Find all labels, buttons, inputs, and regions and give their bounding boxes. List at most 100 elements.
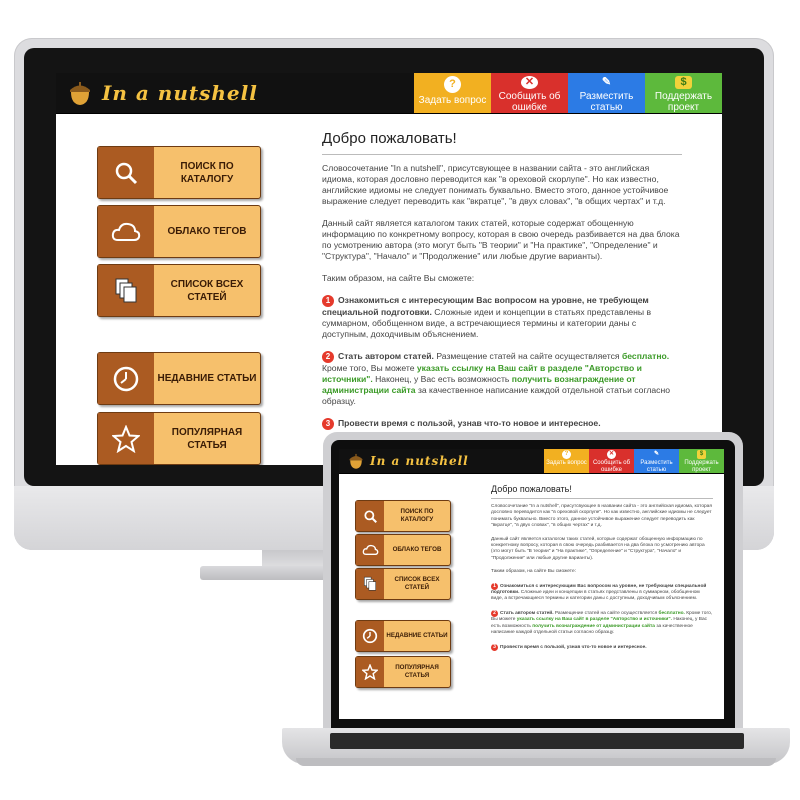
acorn-icon xyxy=(349,453,363,469)
feature-title: Провести время с пользой, узнав что-то н… xyxy=(338,418,601,428)
feature-text: Наконец, у Вас есть возможность xyxy=(375,374,510,384)
intro-paragraph-1: Словосочетание "In a nutshell", присутсв… xyxy=(491,504,712,529)
ask-question-label: Задать вопрос xyxy=(418,95,487,106)
post-article-label: Разместить статью xyxy=(579,91,634,113)
sidebar-item-tags[interactable]: ОБЛАКО ТЕГОВ xyxy=(355,534,451,566)
sidebar-item-label: ПОПУЛЯРНАЯ СТАТЬЯ xyxy=(395,664,439,679)
error-icon: ✕ xyxy=(607,450,616,459)
clock-icon xyxy=(356,621,384,651)
page-title: Добро пожаловать! xyxy=(322,130,457,147)
magnifier-icon xyxy=(356,501,384,531)
free-highlight: бесплатно. xyxy=(658,610,685,616)
sidebar-item-all-articles[interactable]: СПИСОК ВСЕХ СТАТЕЙ xyxy=(355,568,451,600)
cloud-icon xyxy=(356,535,384,565)
monitor-screen: In a nutshell ? Задать вопрос ✕ Сообщить… xyxy=(56,73,722,465)
feature-item-1: 1 Ознакомиться с интересующим Вас вопросо… xyxy=(322,295,682,340)
feature-text: Кроме того, Вы можете xyxy=(322,363,415,373)
sidebar-item-popular[interactable]: ПОПУЛЯРНАЯ СТАТЬЯ xyxy=(97,412,261,465)
post-article-button[interactable]: ✎ Разместить статью xyxy=(568,73,645,113)
sidebar-item-popular[interactable]: ПОПУЛЯРНАЯ СТАТЬЯ xyxy=(355,656,451,688)
ask-question-button[interactable]: ? Задать вопрос xyxy=(544,449,589,473)
feature-text: Размещение статей на сайте осуществляетс… xyxy=(554,610,658,616)
pencil-icon: ✎ xyxy=(653,451,660,458)
report-error-label: Сообщить об ошибке xyxy=(592,460,631,473)
header-actions: ? Задать вопрос ✕ Сообщить об ошибке ✎ Р… xyxy=(544,449,724,473)
report-error-button[interactable]: ✕ Сообщить об ошибке xyxy=(589,449,634,473)
feature-number-badge: 2 xyxy=(322,351,334,363)
sidebar-item-all-articles[interactable]: СПИСОК ВСЕХ СТАТЕЙ xyxy=(97,264,261,317)
report-error-button[interactable]: ✕ Сообщить об ошибке xyxy=(491,73,568,113)
free-highlight: бесплатно. xyxy=(621,351,670,361)
acorn-icon xyxy=(70,82,90,105)
money-icon: $ xyxy=(697,450,706,459)
main-content: Добро пожаловать! Словосочетание "In a n… xyxy=(322,130,682,441)
sidebar-item-label: НЕДАВНИЕ СТАТЬИ xyxy=(157,373,257,384)
error-icon: ✕ xyxy=(521,76,538,89)
sidebar-item-recent[interactable]: НЕДАВНИЕ СТАТЬИ xyxy=(355,620,451,652)
feature-item-2: 2 Стать автором статей. Размещение статей… xyxy=(322,351,682,407)
feature-text: Размещение статей на сайте осуществляетс… xyxy=(436,351,620,361)
feature-number-badge: 1 xyxy=(491,582,498,590)
site-header: In a nutshell ? Задать вопрос ✕ Сообщить… xyxy=(339,449,724,474)
intro-paragraph-2: Данный сайт является каталогом таких ста… xyxy=(491,536,705,561)
feature-item-3: 3 Провести время с пользой, узнав что-то … xyxy=(491,643,713,651)
question-icon: ? xyxy=(562,450,571,459)
star-icon xyxy=(98,413,154,464)
intro-paragraph-1: Словосочетание "In a nutshell", присутсв… xyxy=(322,163,669,206)
feature-text: Сложные идеи и концепции в статьях предс… xyxy=(491,590,700,602)
authorship-link[interactable]: указать ссылку на Ваш сайт в разделе "Ав… xyxy=(517,617,672,622)
documents-icon xyxy=(98,265,154,316)
sidebar-item-search[interactable]: ПОИСК ПО КАТАЛОГУ xyxy=(355,500,451,532)
laptop-keyboard xyxy=(330,733,744,749)
money-icon: $ xyxy=(675,76,692,89)
site-logo[interactable]: In a nutshell xyxy=(66,79,258,107)
sidebar-item-label: ОБЛАКО ТЕГОВ xyxy=(167,226,247,237)
feature-item-1: 1 Ознакомиться с интересующим Вас вопросо… xyxy=(491,582,713,603)
star-icon xyxy=(356,657,384,687)
feature-title: Стать автором статей. xyxy=(338,351,434,361)
feature-title: Провести время с пользой, узнав что-то н… xyxy=(500,644,647,650)
support-project-label: Поддержать проект xyxy=(654,91,713,113)
ask-question-button[interactable]: ? Задать вопрос xyxy=(414,73,491,113)
intro-paragraph-2: Данный сайт является каталогом таких ста… xyxy=(322,218,680,261)
header-actions: ? Задать вопрос ✕ Сообщить об ошибке ✎ Р… xyxy=(414,73,722,113)
pencil-icon: ✎ xyxy=(601,76,612,88)
site-header: In a nutshell ? Задать вопрос ✕ Сообщить… xyxy=(56,73,722,114)
site-logo[interactable]: In a nutshell xyxy=(347,452,469,470)
monitor-bezel: In a nutshell ? Задать вопрос ✕ Сообщить… xyxy=(24,48,764,486)
support-project-label: Поддержать проект xyxy=(684,460,719,473)
feature-title: Стать автором статей. xyxy=(500,610,554,616)
ask-question-label: Задать вопрос xyxy=(546,460,587,466)
feature-item-3: 3 Провести время с пользой, узнав что-то … xyxy=(322,418,682,430)
intro-paragraph-3: Таким образом, на сайте Вы сможете: xyxy=(322,273,475,283)
clock-icon xyxy=(98,353,154,404)
feature-number-badge: 1 xyxy=(322,295,334,307)
logo-text: In a nutshell xyxy=(102,81,258,105)
logo-text: In a nutshell xyxy=(370,454,469,468)
page-title: Добро пожаловать! xyxy=(491,484,572,494)
question-icon: ? xyxy=(444,76,461,93)
feature-number-badge: 3 xyxy=(491,643,498,651)
support-project-button[interactable]: $ Поддержать проект xyxy=(679,449,724,473)
report-error-label: Сообщить об ошибке xyxy=(498,91,561,113)
post-article-label: Разместить статью xyxy=(640,460,673,473)
laptop-screen: In a nutshell ? Задать вопрос ✕ Сообщить… xyxy=(339,449,724,719)
cloud-icon xyxy=(98,206,154,257)
feature-number-badge: 3 xyxy=(322,418,334,430)
documents-icon xyxy=(356,569,384,599)
feature-number-badge: 2 xyxy=(491,609,498,617)
title-divider xyxy=(322,154,682,155)
post-article-button[interactable]: ✎ Разместить статью xyxy=(634,449,679,473)
sidebar-item-recent[interactable]: НЕДАВНИЕ СТАТЬИ xyxy=(97,352,261,405)
sidebar-item-label: ОБЛАКО ТЕГОВ xyxy=(392,546,442,553)
sidebar-item-label: НЕДАВНИЕ СТАТЬИ xyxy=(386,632,448,639)
sidebar-item-label: СПИСОК ВСЕХ СТАТЕЙ xyxy=(394,576,440,591)
sidebar-item-label: ПОИСК ПО КАТАЛОГУ xyxy=(180,160,234,185)
support-project-button[interactable]: $ Поддержать проект xyxy=(645,73,722,113)
intro-paragraph-3: Таким образом, на сайте Вы сможете: xyxy=(491,569,576,575)
sidebar-item-label: ПОИСК ПО КАТАЛОГУ xyxy=(400,508,434,523)
reward-link[interactable]: получить вознаграждение от администрации… xyxy=(532,624,655,629)
sidebar-item-tags[interactable]: ОБЛАКО ТЕГОВ xyxy=(97,205,261,258)
sidebar-item-search[interactable]: ПОИСК ПО КАТАЛОГУ xyxy=(97,146,261,199)
feature-item-2: 2 Стать автором статей. Размещение статей… xyxy=(491,609,713,637)
